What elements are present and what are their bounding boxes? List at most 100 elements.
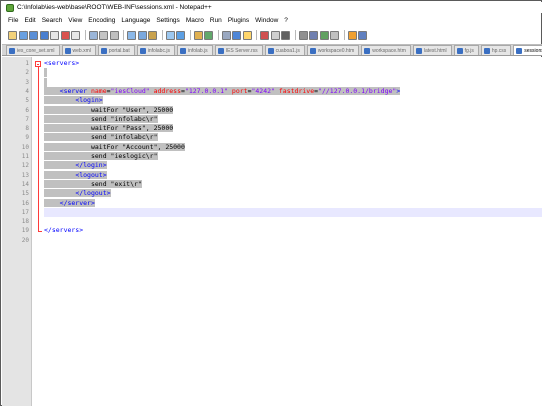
menu-help[interactable]: ? xyxy=(284,17,288,24)
replace-icon[interactable] xyxy=(165,30,175,40)
document-tab[interactable]: infolabc.js xyxy=(136,45,175,55)
code-line[interactable]: <server name="iesCloud" address="127.0.0… xyxy=(44,86,542,96)
xml-tag: </login> xyxy=(75,161,107,170)
new-file-icon[interactable] xyxy=(8,30,17,40)
paste-icon[interactable] xyxy=(109,30,119,40)
code-line[interactable]: <servers> xyxy=(44,59,542,68)
document-tab[interactable]: ies_core_set.xml xyxy=(6,45,60,55)
file-icon xyxy=(483,47,490,54)
line-number: 12 xyxy=(21,162,29,170)
stop-macro-icon[interactable] xyxy=(270,30,280,40)
line-number: 4 xyxy=(25,87,29,95)
menu-file[interactable]: File xyxy=(8,17,18,24)
xml-attribute: port xyxy=(231,86,248,95)
play-macro-icon[interactable] xyxy=(281,30,290,40)
menu-run[interactable]: Run xyxy=(210,17,222,24)
xml-tag: > xyxy=(396,86,401,95)
document-tab[interactable]: workspace.htm xyxy=(361,45,411,55)
redo-icon[interactable] xyxy=(137,30,147,40)
line-number: 3 xyxy=(25,78,29,86)
file-icon xyxy=(516,47,523,54)
toolbar-separator xyxy=(84,30,86,40)
xml-attribute-value: "//127.0.0.1/bridge" xyxy=(318,86,397,95)
code-line[interactable] xyxy=(44,207,542,217)
code-line[interactable]: send "ieslogic\r" xyxy=(44,152,542,161)
menu-search[interactable]: Search xyxy=(42,17,63,24)
tab-label: workspace.htm xyxy=(372,47,406,54)
document-tab[interactable]: hp.css xyxy=(480,45,512,55)
copy-icon[interactable] xyxy=(99,30,108,40)
close-icon[interactable] xyxy=(50,30,59,40)
fold-margin[interactable] xyxy=(33,57,44,406)
code-line[interactable]: waitFor "User", 25000 xyxy=(44,105,542,115)
menu-view[interactable]: View xyxy=(68,17,82,24)
document-tab[interactable]: cuaboa1.js xyxy=(264,45,305,55)
document-tab[interactable]: sessions.xml xyxy=(513,45,542,55)
xml-attribute: fastdrive xyxy=(278,86,315,95)
code-line[interactable] xyxy=(44,236,542,245)
code-line[interactable] xyxy=(44,68,542,78)
open-file-icon[interactable] xyxy=(18,30,28,40)
plugin-icon[interactable] xyxy=(347,30,357,40)
settings-icon[interactable] xyxy=(358,30,367,40)
xml-attribute: name xyxy=(90,86,107,95)
document-tab[interactable]: IES Server.rss xyxy=(214,45,263,55)
code-line[interactable]: waitFor "Account", 25000 xyxy=(44,142,542,152)
code-line[interactable]: send "infolabc\r" xyxy=(44,114,542,124)
editor[interactable]: 1 2 3 4 5 6 7 8 9 10 11 12 13 14 15 16 17 18 19 20 <servers… xyxy=(2,57,542,406)
menu-window[interactable]: Window xyxy=(255,17,278,24)
toolbar-separator xyxy=(161,30,163,40)
save-macro-icon[interactable] xyxy=(309,30,318,40)
undo-icon[interactable] xyxy=(127,30,136,40)
record-macro-icon[interactable] xyxy=(260,30,269,40)
code-line[interactable]: </server> xyxy=(44,198,542,208)
code-line[interactable]: </login> xyxy=(44,161,542,170)
code-line[interactable]: <login> xyxy=(44,96,542,105)
sync-scroll-icon[interactable] xyxy=(204,30,213,40)
run-icon[interactable] xyxy=(319,30,329,40)
fold-end-marker xyxy=(38,230,42,232)
code-line[interactable]: <logout> xyxy=(44,170,542,180)
menu-macro[interactable]: Macro xyxy=(186,17,204,24)
find-icon[interactable] xyxy=(148,30,157,40)
document-tab[interactable]: workspace0.htm xyxy=(306,45,360,55)
menu-settings[interactable]: Settings xyxy=(156,17,180,24)
code-line[interactable]: </logout> xyxy=(44,189,542,198)
print-icon[interactable] xyxy=(71,30,80,40)
close-all-icon[interactable] xyxy=(60,30,70,40)
run-macro-multiple-icon[interactable] xyxy=(298,30,308,40)
document-tab[interactable]: infolab.js xyxy=(176,45,213,55)
code-line[interactable]: send "infolabc\r" xyxy=(44,133,542,142)
document-tab[interactable]: portal.bat xyxy=(97,45,135,55)
document-tab[interactable]: web.xml xyxy=(61,45,96,55)
cut-icon[interactable] xyxy=(88,30,98,40)
line-number: 15 xyxy=(21,190,29,198)
save-icon[interactable] xyxy=(29,30,38,40)
zoom-out-icon[interactable] xyxy=(193,30,203,40)
indent-guide-icon[interactable] xyxy=(242,30,252,40)
spell-check-icon[interactable] xyxy=(330,30,339,40)
document-tab[interactable]: fg.js xyxy=(453,45,479,55)
save-all-icon[interactable] xyxy=(39,30,49,40)
zoom-in-icon[interactable] xyxy=(176,30,185,40)
menu-encoding[interactable]: Encoding xyxy=(88,17,115,24)
code-line[interactable]: send "exit\r" xyxy=(44,179,542,189)
code-line[interactable] xyxy=(44,77,542,87)
line-number: 16 xyxy=(21,199,29,207)
code-line[interactable]: </servers> xyxy=(44,226,542,235)
show-all-chars-icon[interactable] xyxy=(232,30,241,40)
fold-toggle-servers-icon[interactable] xyxy=(35,60,41,67)
code-line[interactable] xyxy=(44,217,542,226)
code-line[interactable]: waitFor "Pass", 25000 xyxy=(44,124,542,133)
menu-edit[interactable]: Edit xyxy=(24,17,35,24)
code-area[interactable]: <servers> <server name="iesCloud" addres… xyxy=(44,57,542,406)
word-wrap-icon[interactable] xyxy=(221,30,231,40)
line-number: 5 xyxy=(25,97,29,105)
document-tab[interactable]: latest.html xyxy=(412,45,452,55)
menu-language[interactable]: Language xyxy=(121,17,150,24)
menu-plugins[interactable]: Plugins xyxy=(228,17,249,24)
